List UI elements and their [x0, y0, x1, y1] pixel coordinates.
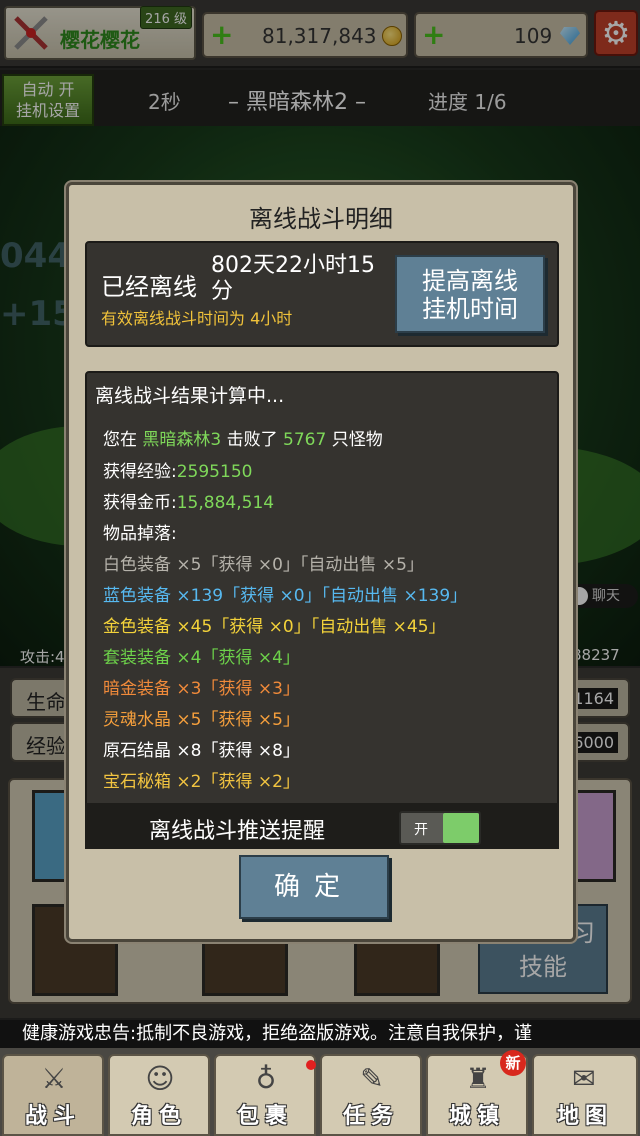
- nav-label: 任务: [342, 1104, 399, 1129]
- nav-label: 角色: [130, 1104, 187, 1129]
- raise-label-1: 提高离线: [422, 267, 518, 295]
- map-icon: ✉: [572, 1062, 596, 1095]
- offline-label: 已经离线: [101, 273, 197, 301]
- raise-label-2: 挂机时间: [422, 295, 518, 323]
- offline-duration: 802天22小时15分: [211, 253, 375, 304]
- push-label: 离线战斗推送提醒: [149, 819, 326, 844]
- kill-mid: 击败了: [226, 430, 278, 450]
- push-toggle[interactable]: 开: [399, 811, 481, 845]
- effective-time: 有效离线战斗时间为 4小时: [101, 309, 293, 328]
- toggle-label: 开: [414, 822, 428, 838]
- battle-result-box: 离线战斗结果计算中... 您在 黑暗森林3 击败了 5767 只怪物 获得经验:…: [85, 371, 559, 849]
- drop-item: 金色装备 ×45「获得 ×0」「自动出售 ×45」: [103, 617, 446, 637]
- drop-item: 灵魂水晶 ×5「获得 ×5」: [103, 710, 300, 730]
- kill-map: 黑暗森林3: [142, 430, 222, 450]
- confirm-button[interactable]: 确定: [239, 855, 389, 919]
- drop-item: 套装装备 ×4「获得 ×4」: [103, 648, 300, 668]
- gold-gain-value: 15,884,514: [176, 493, 275, 513]
- nav-label: 包裹: [236, 1104, 293, 1129]
- drop-item: 原石结晶 ×8「获得 ×8」: [103, 741, 300, 761]
- exp-gain-value: 2595150: [176, 462, 253, 482]
- kill-summary: 您在 黑暗森林3 击败了 5767 只怪物: [103, 425, 383, 450]
- kill-pre: 您在: [103, 430, 137, 450]
- offline-battle-dialog: 离线战斗明细 已经离线 802天22小时15分 有效离线战斗时间为 4小时 提高…: [66, 182, 576, 942]
- gold-gain-label: 获得金币:: [103, 493, 177, 513]
- nav-label: 地图: [556, 1104, 613, 1129]
- kill-count: 5767: [283, 430, 327, 450]
- new-badge: 新: [500, 1050, 526, 1076]
- nav-town[interactable]: ♜ 城镇 新: [426, 1050, 528, 1136]
- exp-gain: 获得经验:2595150: [103, 457, 252, 482]
- nav-quest[interactable]: ✎ 任务: [320, 1054, 422, 1136]
- dialog-title: 离线战斗明细: [249, 205, 393, 233]
- bag-icon: ♁: [255, 1062, 277, 1095]
- drop-item: 暗金装备 ×3「获得 ×3」: [103, 679, 300, 699]
- nav-label: 城镇: [448, 1104, 505, 1129]
- kill-post: 只怪物: [331, 430, 383, 450]
- crossed-swords-icon: ⚔: [41, 1062, 67, 1095]
- nav-character[interactable]: ☺ 角色: [108, 1054, 210, 1136]
- offline-time-box: 已经离线 802天22小时15分 有效离线战斗时间为 4小时 提高离线 挂机时间: [85, 241, 559, 347]
- bottom-nav: ⚔ 战斗 ☺ 角色 ♁ 包裹 ✎ 任务 ♜ 城镇 新 ✉ 地图: [0, 1048, 640, 1136]
- character-icon: ☺: [145, 1062, 175, 1095]
- nav-map[interactable]: ✉ 地图: [532, 1054, 638, 1136]
- raise-offline-time-button[interactable]: 提高离线 挂机时间: [395, 255, 545, 333]
- nav-bag[interactable]: ♁ 包裹: [214, 1054, 316, 1136]
- castle-icon: ♜: [465, 1062, 491, 1095]
- health-notice: 健康游戏忠告:抵制不良游戏，拒绝盗版游戏。注意自我保护，谨: [0, 1020, 640, 1048]
- push-reminder-row: 离线战斗推送提醒 开: [85, 803, 559, 849]
- drop-item: 宝石秘箱 ×2「获得 ×2」: [103, 772, 300, 792]
- nav-battle[interactable]: ⚔ 战斗: [2, 1054, 104, 1136]
- toggle-knob[interactable]: [443, 813, 479, 843]
- drop-item: 蓝色装备 ×139「获得 ×0」「自动出售 ×139」: [103, 586, 468, 606]
- notification-dot: [306, 1060, 316, 1070]
- drops-label: 物品掉落:: [103, 524, 177, 544]
- quest-icon: ✎: [360, 1062, 384, 1095]
- gold-gain: 获得金币:15,884,514: [103, 488, 274, 513]
- exp-gain-label: 获得经验:: [103, 462, 177, 482]
- result-header: 离线战斗结果计算中...: [95, 385, 285, 407]
- nav-label: 战斗: [24, 1104, 81, 1129]
- drop-item: 白色装备 ×5「获得 ×0」「自动出售 ×5」: [103, 555, 424, 575]
